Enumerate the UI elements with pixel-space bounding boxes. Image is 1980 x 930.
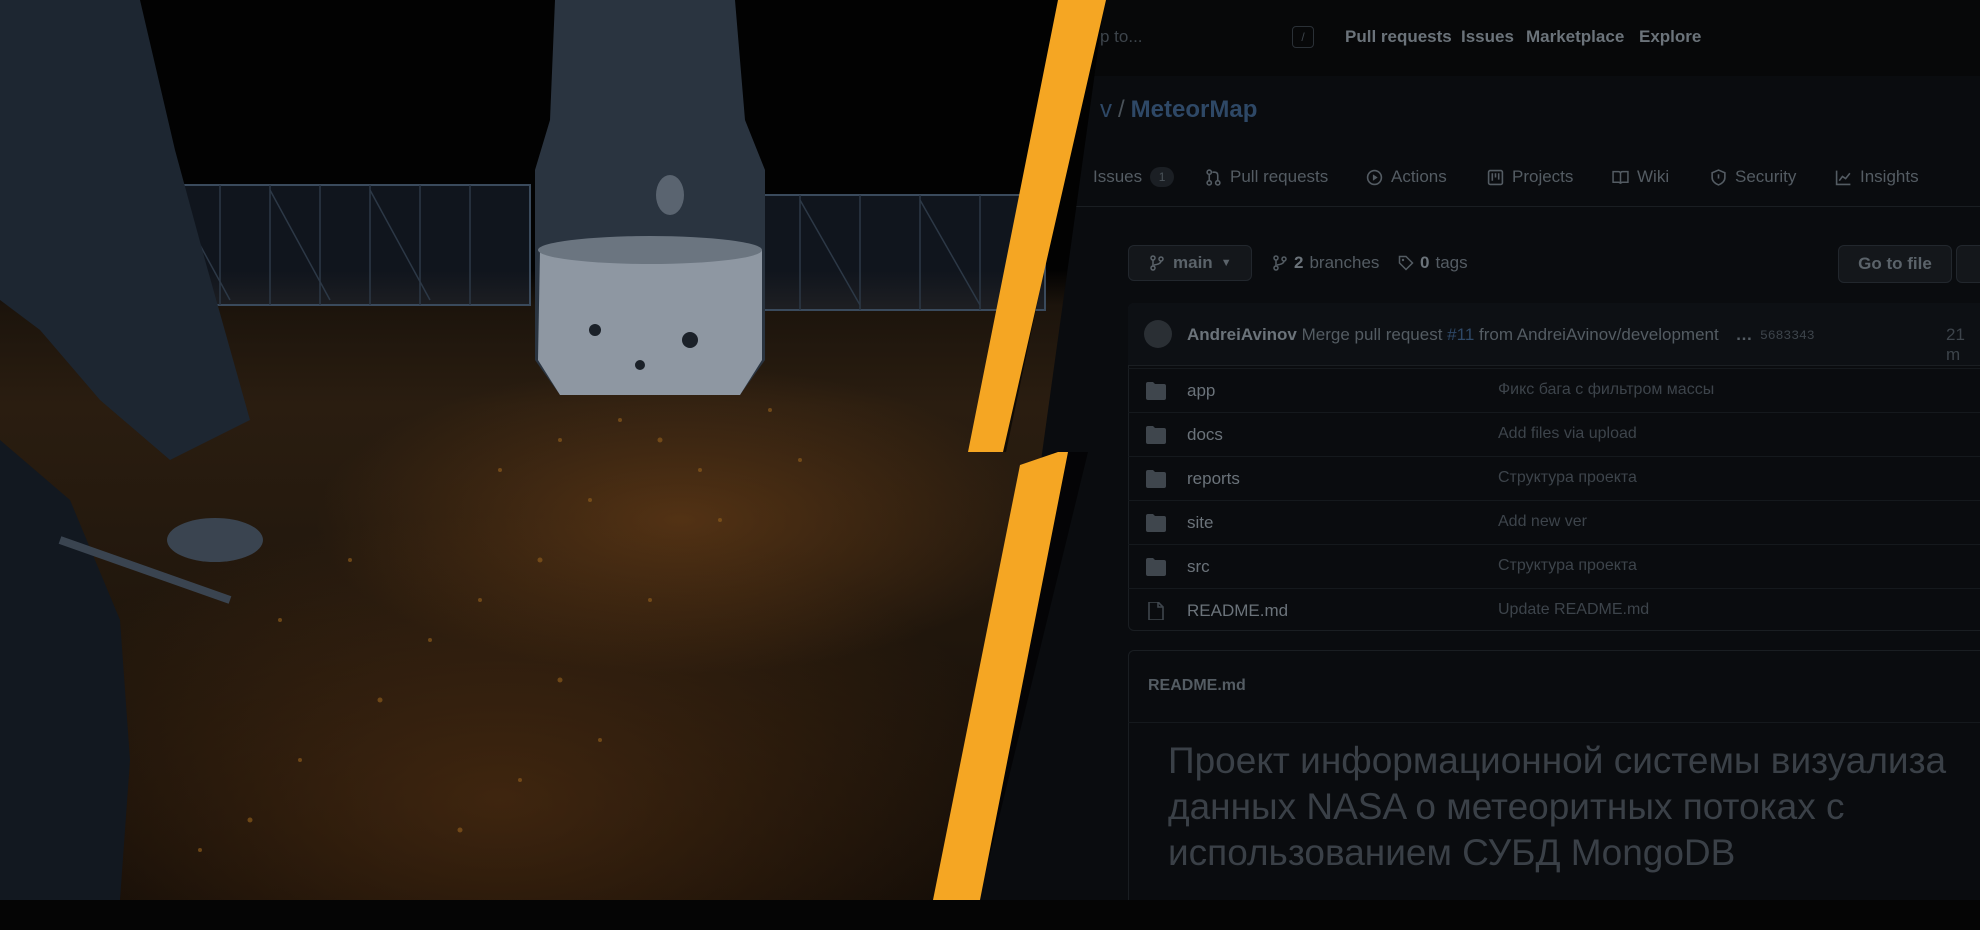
folder-icon	[1146, 558, 1166, 576]
commit-author-link[interactable]: AndreiAvinov	[1187, 325, 1297, 344]
repo-name-link[interactable]: MeteorMap	[1131, 96, 1258, 123]
shield-icon	[1711, 168, 1726, 186]
git-branch-icon	[1150, 255, 1164, 271]
folder-icon	[1146, 470, 1166, 488]
tab-insights[interactable]: Insights	[1835, 167, 1919, 187]
tag-icon	[1398, 255, 1414, 271]
tab-projects[interactable]: Projects	[1487, 167, 1573, 187]
add-file-button[interactable]	[1956, 245, 1980, 283]
branch-name: main	[1173, 253, 1213, 272]
commit-message-suffix[interactable]: from AndreiAvinov/development	[1479, 325, 1719, 344]
commit-expand-button[interactable]: …	[1735, 325, 1752, 344]
branch-selector-button[interactable]: main ▼	[1128, 245, 1252, 281]
git-branch-icon	[1273, 255, 1287, 271]
pull-request-icon	[1206, 168, 1221, 186]
file-name-link[interactable]: README.md	[1187, 601, 1288, 621]
table-row[interactable]: site Add new ver	[1128, 500, 1980, 544]
file-commit-message[interactable]: Add new ver	[1498, 513, 1587, 531]
tab-projects-label: Projects	[1512, 167, 1574, 186]
repo-owner-link[interactable]: v	[1100, 96, 1112, 123]
commit-message: AndreiAvinov Merge pull request #11 from…	[1187, 325, 1752, 345]
search-shortcut-key: /	[1292, 26, 1314, 48]
tags-count: 0	[1420, 253, 1430, 272]
readme-file-label[interactable]: README.md	[1148, 677, 1246, 695]
table-row[interactable]: reports Структура проекта	[1128, 456, 1980, 500]
folder-icon	[1146, 426, 1166, 444]
play-icon	[1366, 169, 1383, 185]
branches-link[interactable]: 2 branches	[1272, 253, 1379, 273]
file-commit-message[interactable]: Add files via upload	[1498, 425, 1637, 443]
table-row[interactable]: README.md Update README.md	[1128, 588, 1980, 632]
book-icon	[1612, 170, 1629, 184]
search-input[interactable]: p to...	[1100, 27, 1143, 47]
file-commit-message[interactable]: Фикс бага с фильтром массы	[1498, 381, 1714, 399]
tab-security-label: Security	[1735, 167, 1797, 186]
folder-icon	[1146, 514, 1166, 532]
readme-heading-line: использованием СУБД MongoDB	[1168, 832, 1736, 873]
commit-hash-link[interactable]: 5683343	[1760, 328, 1815, 343]
tab-actions-label: Actions	[1391, 167, 1447, 186]
avatar[interactable]	[1144, 320, 1172, 348]
file-commit-message[interactable]: Структура проекта	[1498, 469, 1637, 487]
readme-heading-line: данных NASA о метеоритных потоках с	[1168, 786, 1845, 827]
project-icon	[1487, 169, 1504, 185]
tab-issues[interactable]: Issues 1	[1093, 167, 1175, 187]
file-name-link[interactable]: docs	[1187, 425, 1223, 445]
tab-security[interactable]: Security	[1710, 167, 1796, 187]
issues-count-badge: 1	[1150, 167, 1175, 187]
nav-pull-requests[interactable]: Pull requests	[1345, 27, 1452, 47]
repo-separator: /	[1118, 96, 1125, 123]
file-icon	[1148, 602, 1164, 620]
repo-title: v / MeteorMap	[1100, 96, 1257, 124]
tags-link[interactable]: 0 tags	[1398, 253, 1468, 273]
branches-label: branches	[1309, 253, 1380, 272]
background-photo-iss-night-earth	[0, 0, 1100, 900]
file-commit-message[interactable]: Update README.md	[1498, 601, 1649, 619]
file-name-link[interactable]: site	[1187, 513, 1213, 533]
commit-time: 21 m	[1946, 325, 1965, 364]
readme-header	[1128, 650, 1980, 723]
readme-heading: Проект информационной системы визуализа …	[1168, 738, 1980, 876]
branches-count: 2	[1294, 253, 1304, 272]
tab-insights-label: Insights	[1860, 167, 1919, 186]
tags-label: tags	[1435, 253, 1468, 272]
file-commit-message[interactable]: Структура проекта	[1498, 557, 1637, 575]
commit-pr-link[interactable]: #11	[1447, 325, 1474, 344]
graph-icon	[1835, 170, 1851, 185]
nav-marketplace[interactable]: Marketplace	[1526, 27, 1624, 47]
nav-explore[interactable]: Explore	[1639, 27, 1701, 47]
file-name-link[interactable]: reports	[1187, 469, 1240, 489]
file-name-link[interactable]: src	[1187, 557, 1210, 577]
tab-pull-requests-label: Pull requests	[1230, 167, 1329, 186]
table-row[interactable]: app Фикс бага с фильтром массы	[1128, 368, 1980, 412]
commit-message-prefix[interactable]: Merge pull request	[1302, 325, 1443, 344]
file-name-link[interactable]: app	[1187, 381, 1215, 401]
tab-actions[interactable]: Actions	[1366, 167, 1447, 187]
go-to-file-button[interactable]: Go to file	[1838, 245, 1952, 283]
table-row[interactable]: src Структура проекта	[1128, 544, 1980, 588]
tab-wiki-label: Wiki	[1637, 167, 1670, 186]
folder-icon	[1146, 382, 1166, 400]
tab-wiki[interactable]: Wiki	[1612, 167, 1669, 187]
tab-issues-label: Issues	[1093, 167, 1143, 186]
tabs-divider	[1060, 206, 1980, 207]
table-row[interactable]: docs Add files via upload	[1128, 412, 1980, 456]
nav-issues[interactable]: Issues	[1461, 27, 1514, 47]
iss-illustration	[0, 0, 1046, 900]
readme-heading-line: Проект информационной системы визуализа	[1168, 740, 1947, 781]
chevron-down-icon: ▼	[1220, 257, 1232, 269]
tab-pull-requests[interactable]: Pull requests	[1205, 167, 1328, 187]
